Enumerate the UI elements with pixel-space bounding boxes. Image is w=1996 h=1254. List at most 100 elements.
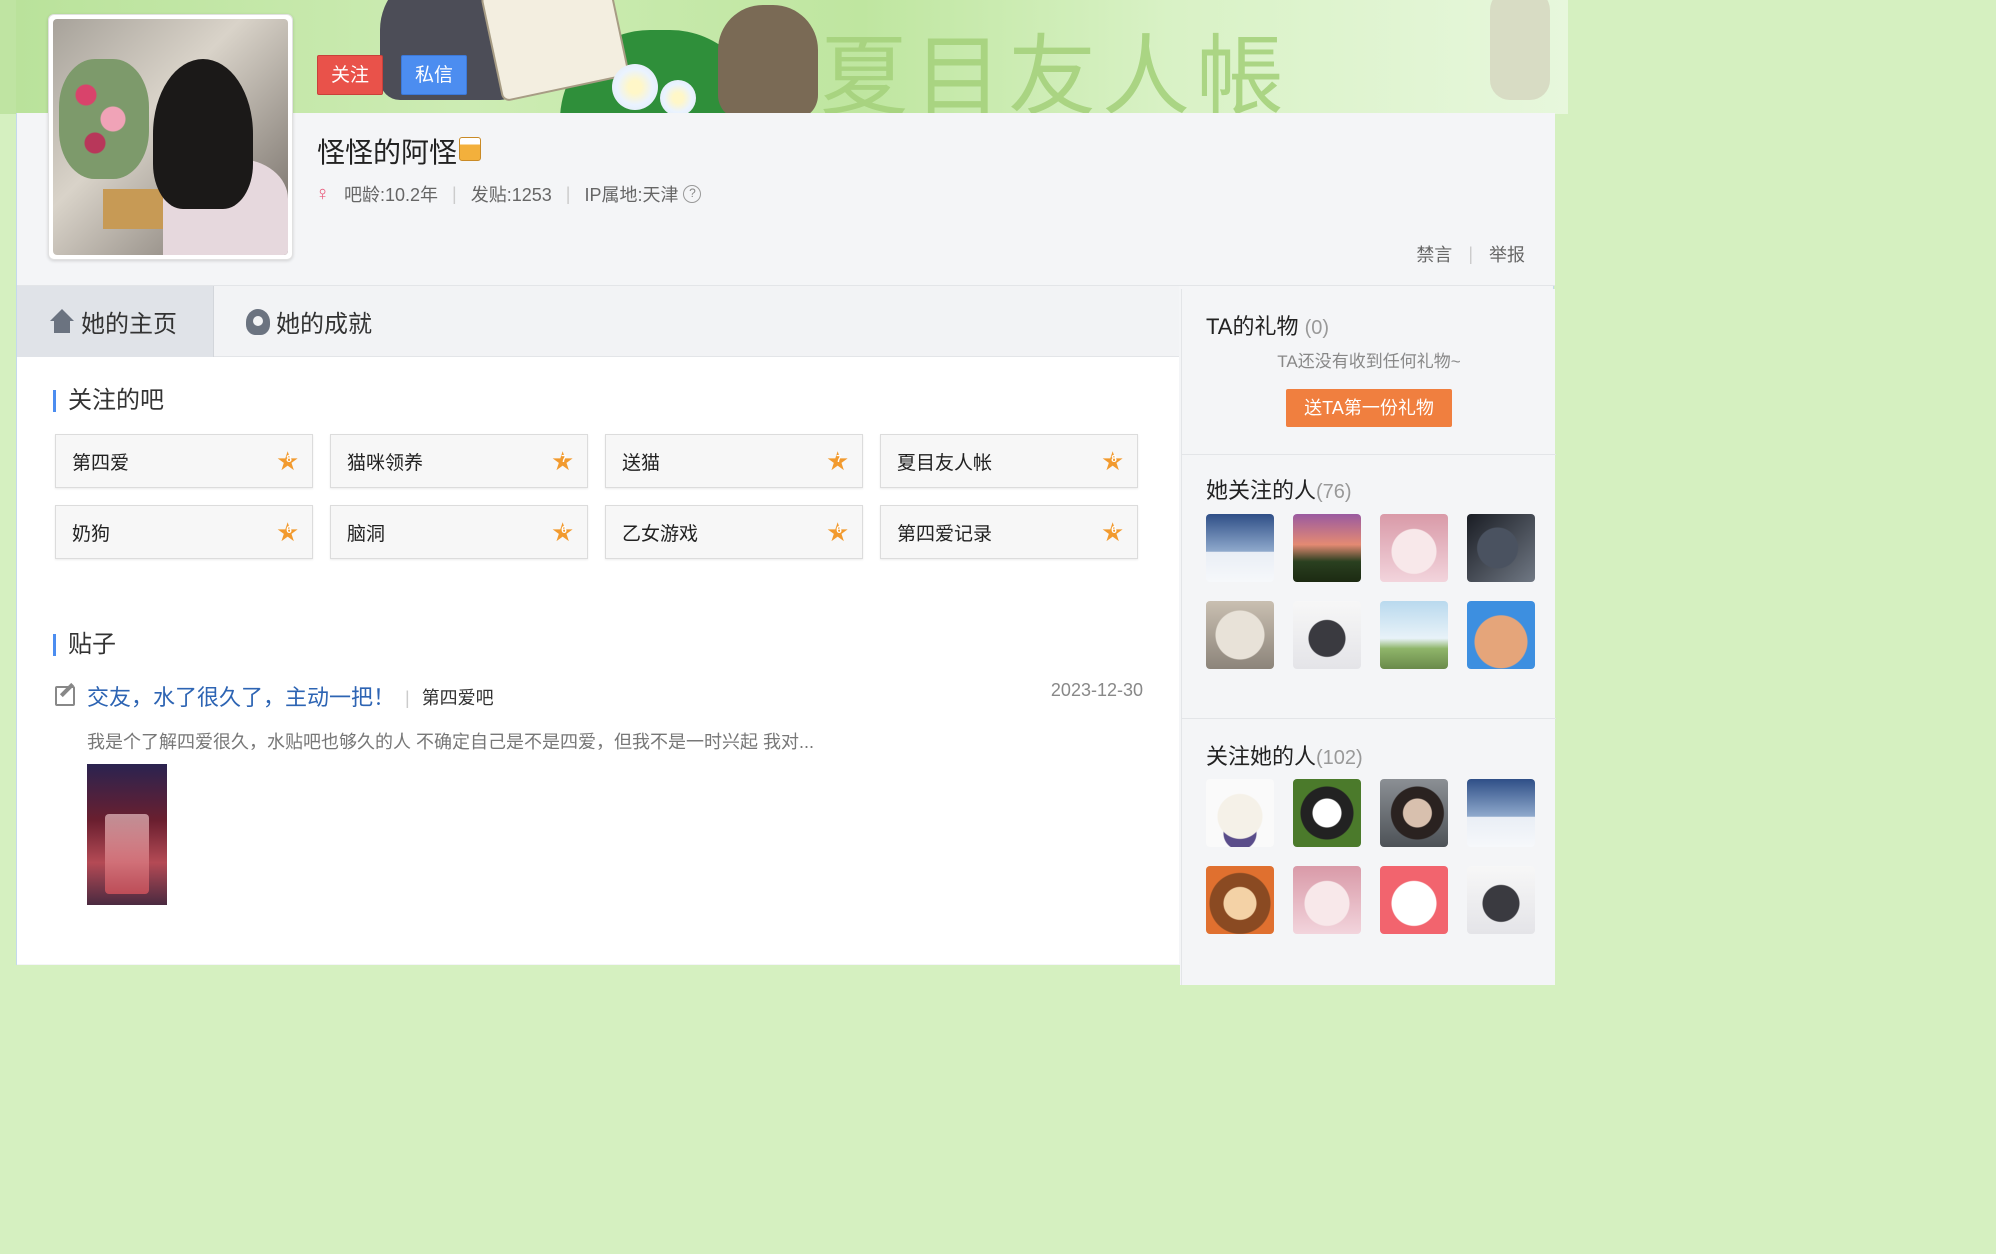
- tab-achievements[interactable]: 她的成就: [214, 286, 404, 357]
- bar-level-star-icon: ★ 8: [1101, 446, 1125, 476]
- following-count: (76): [1316, 481, 1352, 503]
- avatar[interactable]: [1467, 601, 1535, 669]
- post-date: 2023-12-30: [1050, 680, 1143, 700]
- bar-item[interactable]: 乙女游戏 ★ 6: [605, 505, 863, 559]
- post-bar[interactable]: | 第四爱吧: [405, 684, 494, 710]
- bar-item[interactable]: 第四爱 ★ 8: [55, 434, 313, 488]
- profile-meta: ♀ 吧龄:10.2年 | 发贴:1253 | IP属地:天津 ?: [315, 181, 702, 207]
- follow-button[interactable]: 关注: [317, 55, 383, 95]
- bar-item[interactable]: 第四爱记录 ★ 6: [880, 505, 1138, 559]
- banner-left-strip: [0, 0, 16, 114]
- gifts-title: TA的礼物 (0): [1206, 309, 1329, 341]
- bar-level-star-icon: ★ 7: [551, 446, 575, 476]
- avatar[interactable]: [1206, 514, 1274, 582]
- female-icon: ♀: [315, 182, 330, 205]
- tab-label: 她的主页: [81, 311, 177, 338]
- post-bar-name: 第四爱吧: [421, 688, 494, 708]
- bottom-strip: [16, 965, 1180, 985]
- divider: |: [1468, 243, 1473, 264]
- medal-icon: [246, 308, 270, 335]
- ip-location: IP属地:天津: [584, 185, 679, 205]
- bar-name: 脑洞: [347, 523, 386, 545]
- avatar[interactable]: [1206, 601, 1274, 669]
- username-text: 怪怪的阿怪: [317, 137, 458, 168]
- beer-icon: [459, 137, 482, 161]
- followers-title-text: 关注她的人: [1206, 744, 1317, 769]
- avatar[interactable]: [1293, 779, 1361, 847]
- followers-avatars: [1206, 779, 1535, 934]
- tab-label: 她的成就: [276, 311, 372, 338]
- gifts-block: TA的礼物 (0) TA还没有收到任何礼物~ 送TA第一份礼物: [1182, 289, 1556, 455]
- profile-tabs: 她的主页 她的成就: [17, 286, 1179, 357]
- avatar[interactable]: [1206, 779, 1274, 847]
- bar-level-star-icon: ★ 6: [551, 517, 575, 547]
- bar-age: 吧龄:10.2年: [344, 185, 439, 205]
- ban-link[interactable]: 禁言: [1416, 241, 1452, 267]
- banner-flower: [660, 80, 696, 114]
- following-title[interactable]: 她关注的人(76): [1206, 473, 1352, 505]
- bar-name: 第四爱记录: [897, 523, 993, 545]
- avatar[interactable]: [1467, 779, 1535, 847]
- followers-block: 关注她的人(102): [1182, 719, 1556, 985]
- divider: |: [452, 183, 457, 204]
- bar-name: 猫咪领养: [347, 452, 424, 474]
- followers-count: (102): [1316, 747, 1363, 769]
- divider: |: [565, 183, 571, 204]
- post-count: 发贴:1253: [470, 185, 552, 205]
- divider: |: [405, 688, 410, 708]
- bar-name: 夏目友人帐: [897, 452, 993, 474]
- edit-icon: [55, 686, 75, 706]
- post-thumbnail[interactable]: [87, 764, 167, 905]
- thumbnail-glass-art: [105, 814, 149, 894]
- gifts-count: (0): [1304, 317, 1330, 339]
- banner-flower: [612, 64, 658, 110]
- admin-links: 禁言 | 举报: [1416, 241, 1525, 267]
- following-avatars: [1206, 514, 1535, 669]
- avatar[interactable]: [1467, 514, 1535, 582]
- following-block: 她关注的人(76): [1182, 455, 1556, 719]
- banner-bear-art: [718, 5, 818, 114]
- post-excerpt: 我是个了解四爱很久，水贴吧也够久的人 不确定自己是不是四爱，但我不是一时兴起 我…: [87, 732, 815, 752]
- avatar-image: [53, 19, 288, 255]
- avatar[interactable]: [1293, 866, 1361, 934]
- posts-title: 贴子: [53, 633, 116, 657]
- followed-bars-grid: 第四爱 ★ 8 猫咪领养 ★ 7 送猫 ★ 7 夏目友人帐 ★ 8 奶狗 ★ 6 脑洞 ★ 6 乙女游戏…: [55, 434, 1143, 559]
- avatar[interactable]: [1380, 866, 1448, 934]
- avatar[interactable]: [1380, 514, 1448, 582]
- avatar-flowers-art: [59, 59, 149, 179]
- followers-title[interactable]: 关注她的人(102): [1206, 739, 1363, 771]
- home-icon: [49, 308, 75, 335]
- avatar[interactable]: [1206, 866, 1274, 934]
- avatar[interactable]: [1380, 601, 1448, 669]
- send-gift-button[interactable]: 送TA第一份礼物: [1286, 389, 1452, 427]
- avatar-hair-art: [153, 59, 253, 209]
- tab-homepage[interactable]: 她的主页: [17, 286, 214, 357]
- gifts-title-text: TA的礼物: [1206, 314, 1299, 339]
- bar-name: 第四爱: [72, 452, 130, 474]
- avatar[interactable]: [1380, 779, 1448, 847]
- help-icon[interactable]: ?: [683, 185, 702, 203]
- bar-level-star-icon: ★ 6: [1101, 517, 1125, 547]
- bar-item[interactable]: 送猫 ★ 7: [605, 434, 863, 488]
- username: 怪怪的阿怪: [317, 131, 482, 171]
- avatar[interactable]: [1467, 866, 1535, 934]
- message-button[interactable]: 私信: [401, 55, 467, 95]
- main-content: 她的主页 她的成就 关注的吧 第四爱 ★ 8 猫咪领养 ★ 7 送猫 ★ 7 夏目友人帐 ★ 8…: [17, 286, 1179, 964]
- banner-title-art: 夏目友人帳: [820, 25, 1291, 114]
- bar-item[interactable]: 夏目友人帐 ★ 8: [880, 434, 1138, 488]
- post-title[interactable]: 交友，水了很久了，主动一把！: [87, 680, 395, 712]
- bar-level-star-icon: ★ 8: [276, 446, 300, 476]
- bar-level-star-icon: ★ 6: [276, 517, 300, 547]
- bar-item[interactable]: 奶狗 ★ 6: [55, 505, 313, 559]
- profile-avatar[interactable]: [48, 14, 293, 260]
- followed-bars-title: 关注的吧: [53, 389, 164, 413]
- bar-name: 奶狗: [72, 523, 111, 545]
- bar-item[interactable]: 猫咪领养 ★ 7: [330, 434, 588, 488]
- bar-item[interactable]: 脑洞 ★ 6: [330, 505, 588, 559]
- bar-name: 乙女游戏: [622, 523, 699, 545]
- avatar[interactable]: [1293, 514, 1361, 582]
- bar-name: 送猫: [622, 452, 661, 474]
- report-link[interactable]: 举报: [1489, 241, 1525, 267]
- gifts-empty-text: TA还没有收到任何礼物~: [1277, 352, 1461, 371]
- avatar[interactable]: [1293, 601, 1361, 669]
